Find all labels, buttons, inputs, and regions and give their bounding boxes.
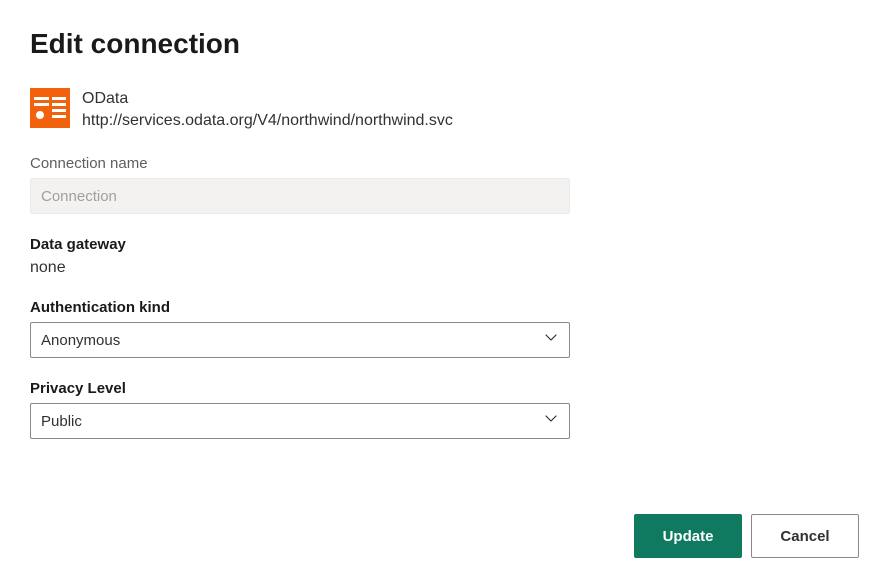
auth-kind-label: Authentication kind bbox=[30, 299, 859, 316]
auth-kind-group: Authentication kind Anonymous bbox=[30, 299, 859, 358]
data-gateway-value: none bbox=[30, 259, 859, 277]
source-url: http://services.odata.org/V4/northwind/n… bbox=[82, 110, 453, 132]
connection-name-group: Connection name bbox=[30, 155, 859, 214]
connection-name-label: Connection name bbox=[30, 155, 859, 172]
data-gateway-group: Data gateway none bbox=[30, 236, 859, 277]
source-name: OData bbox=[82, 88, 453, 110]
privacy-level-select[interactable]: Public bbox=[30, 403, 570, 439]
connection-name-input[interactable] bbox=[30, 178, 570, 214]
source-row: OData http://services.odata.org/V4/north… bbox=[30, 88, 859, 131]
auth-kind-select[interactable]: Anonymous bbox=[30, 322, 570, 358]
cancel-button[interactable]: Cancel bbox=[751, 514, 859, 558]
privacy-level-group: Privacy Level Public bbox=[30, 380, 859, 439]
page-title: Edit connection bbox=[30, 28, 859, 60]
privacy-level-selected: Public bbox=[41, 413, 82, 430]
auth-kind-selected: Anonymous bbox=[41, 332, 120, 349]
privacy-level-label: Privacy Level bbox=[30, 380, 859, 397]
odata-icon bbox=[30, 88, 70, 128]
data-gateway-label: Data gateway bbox=[30, 236, 859, 253]
button-row: Update Cancel bbox=[634, 514, 859, 558]
update-button[interactable]: Update bbox=[634, 514, 742, 558]
